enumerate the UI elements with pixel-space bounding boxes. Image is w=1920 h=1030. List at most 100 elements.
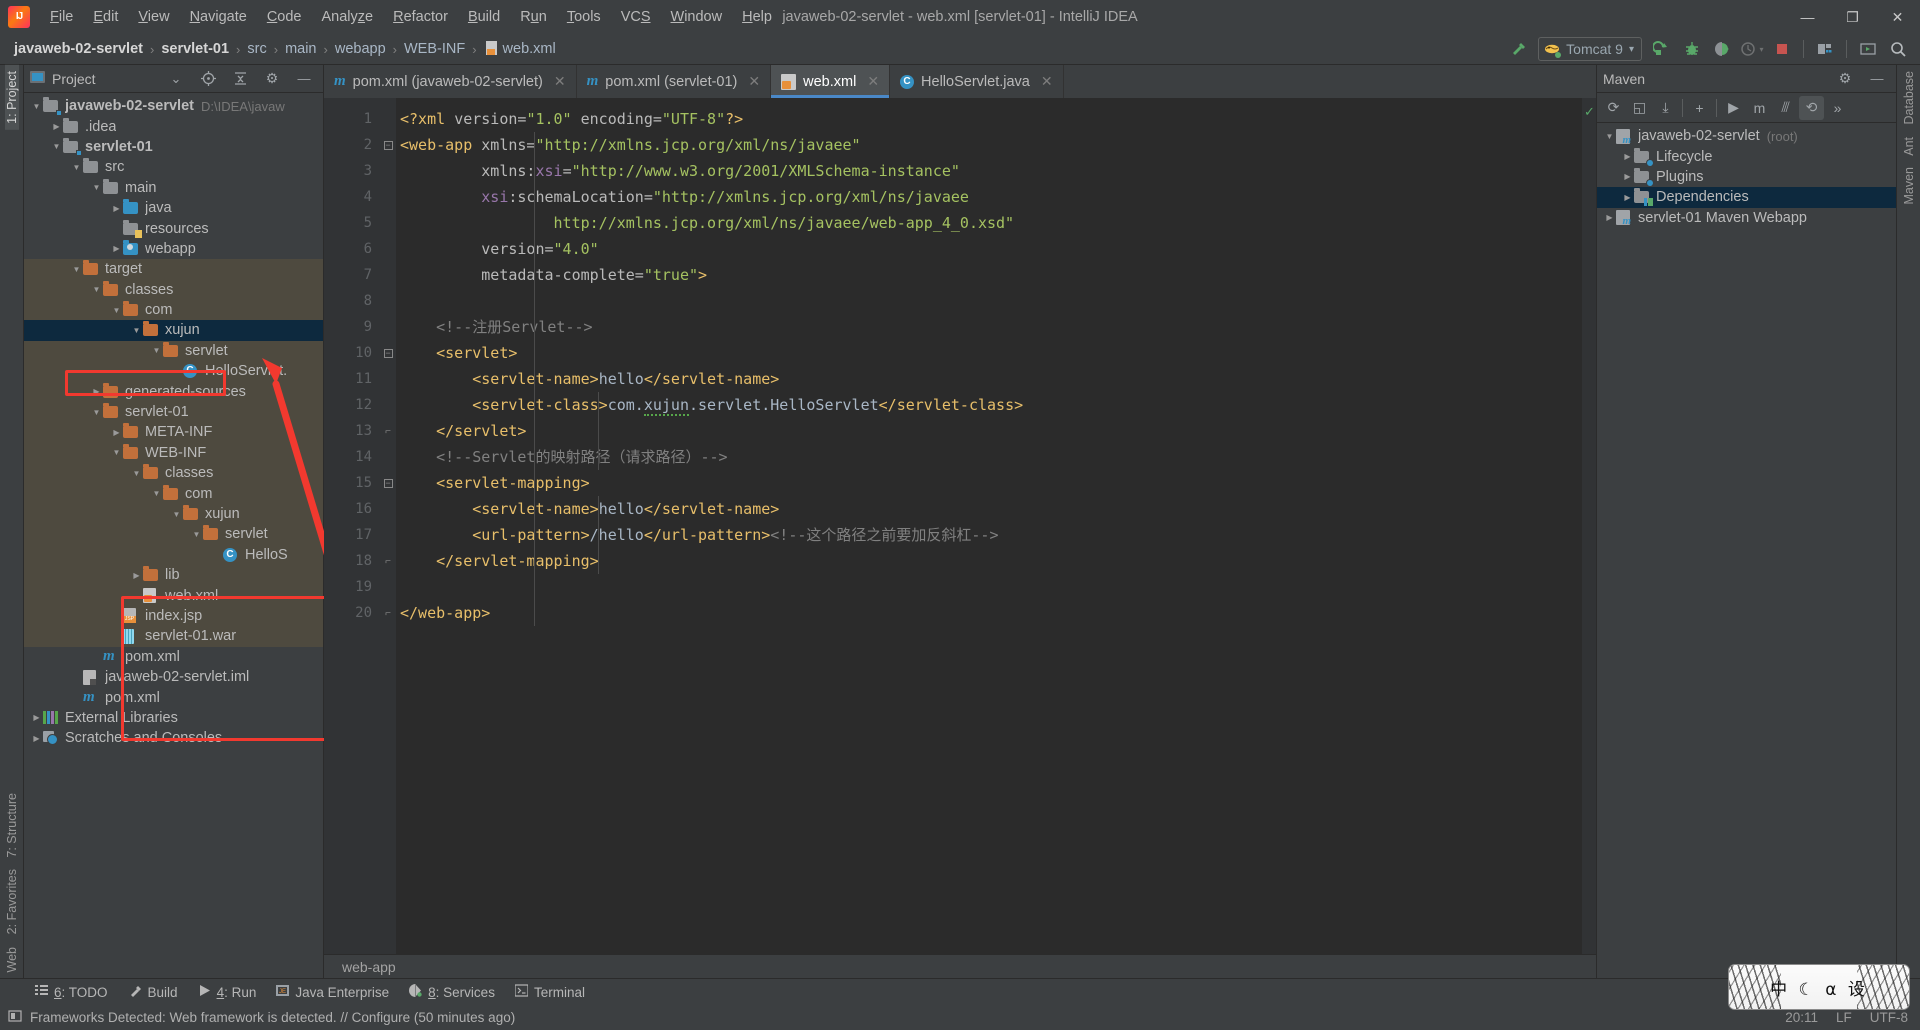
- menu-item-analyze[interactable]: Analyze: [312, 5, 384, 29]
- chevron-right-icon[interactable]: ▶: [30, 713, 43, 722]
- close-button[interactable]: ✕: [1875, 0, 1920, 34]
- tree-node-helloservlet-[interactable]: C HelloServlet.: [24, 361, 323, 382]
- status-time[interactable]: 20:11: [1785, 1010, 1818, 1025]
- tool-window-button-6-todo[interactable]: 6: TODO: [26, 981, 117, 1003]
- scroll-from-source-icon[interactable]: [195, 68, 221, 90]
- tree-node-webapp[interactable]: ▶ webapp: [24, 239, 323, 259]
- download-sources-button[interactable]: ⤓: [1653, 96, 1678, 120]
- inspection-status-icon[interactable]: ✓: [1584, 104, 1595, 120]
- tree-node-pom-xml[interactable]: m pom.xml: [24, 687, 323, 707]
- chevron-right-icon[interactable]: ▶: [1621, 152, 1634, 161]
- build-project-button[interactable]: [1504, 36, 1532, 62]
- tool-window-button-maven[interactable]: Maven: [1902, 161, 1916, 211]
- tool-window-button-database[interactable]: Database: [1902, 65, 1916, 131]
- tree-node-external-libraries[interactable]: ▶ External Libraries: [24, 708, 323, 728]
- chevron-right-icon[interactable]: ▶: [130, 571, 143, 580]
- tree-node-servlet-01[interactable]: ▼ servlet-01: [24, 137, 323, 157]
- fold-marker-slot[interactable]: −: [380, 132, 396, 158]
- run-configuration-selector[interactable]: Tomcat 9 ▾: [1538, 37, 1642, 61]
- debug-button[interactable]: [1678, 36, 1706, 62]
- close-tab-icon[interactable]: ✕: [554, 73, 566, 90]
- tree-node--idea[interactable]: ▶ .idea: [24, 116, 323, 136]
- menu-item-tools[interactable]: Tools: [557, 5, 611, 29]
- project-structure-button[interactable]: [1811, 36, 1839, 62]
- breadcrumb-item-javaweb-02-servlet[interactable]: javaweb-02-servlet: [10, 39, 147, 59]
- tree-node-classes[interactable]: ▼ classes: [24, 279, 323, 300]
- chevron-down-icon[interactable]: ▾: [1629, 44, 1634, 55]
- maven-node-servlet-01-maven-webapp[interactable]: ▶ servlet-01 Maven Webapp: [1597, 208, 1896, 228]
- stop-button[interactable]: [1768, 36, 1796, 62]
- tree-node-servlet-01-war[interactable]: servlet-01.war: [24, 626, 323, 647]
- menu-item-navigate[interactable]: Navigate: [180, 5, 257, 29]
- chevron-right-icon[interactable]: ▶: [1621, 193, 1634, 202]
- editor-tab-helloservlet-java[interactable]: C HelloServlet.java ✕: [890, 65, 1064, 98]
- tree-node-target[interactable]: ▼ target: [24, 259, 323, 280]
- fold-marker-slot[interactable]: [380, 288, 396, 314]
- chevron-down-icon[interactable]: ▼: [30, 102, 43, 111]
- tool-window-button-build[interactable]: Build: [119, 981, 187, 1004]
- tree-node-com[interactable]: ▼ com: [24, 483, 323, 504]
- fold-marker-slot[interactable]: [380, 444, 396, 470]
- hide-project-panel-icon[interactable]: —: [291, 68, 317, 90]
- menu-item-build[interactable]: Build: [458, 5, 510, 29]
- fold-collapse-icon[interactable]: −: [383, 478, 393, 488]
- tree-node-lib[interactable]: ▶ lib: [24, 564, 323, 586]
- menu-item-code[interactable]: Code: [257, 5, 312, 29]
- menu-item-view[interactable]: View: [128, 5, 179, 29]
- toggle-offline-button[interactable]: ⟲: [1799, 95, 1824, 120]
- profile-button[interactable]: ▾: [1738, 36, 1766, 62]
- run-with-coverage-button[interactable]: [1708, 36, 1736, 62]
- breadcrumb-item-src[interactable]: src: [243, 39, 270, 59]
- fold-collapse-icon[interactable]: −: [383, 348, 393, 358]
- project-tree[interactable]: ▼ javaweb-02-servlet D:\IDEA\javaw ▶ .idea ▼ s…: [24, 93, 323, 978]
- chevron-down-icon[interactable]: ▼: [90, 285, 103, 294]
- chevron-down-icon[interactable]: ▼: [1603, 132, 1616, 141]
- fold-marker-slot[interactable]: ⌐: [380, 418, 396, 444]
- maven-node-javaweb-02-servlet[interactable]: ▼ javaweb-02-servlet (root): [1597, 126, 1896, 146]
- status-line-separator[interactable]: LF: [1836, 1010, 1852, 1025]
- reimport-button[interactable]: ⟳: [1601, 96, 1626, 120]
- tool-window-button-ant[interactable]: Ant: [1902, 131, 1916, 162]
- fold-marker-slot[interactable]: [380, 574, 396, 600]
- fold-marker-slot[interactable]: ⌐: [380, 548, 396, 574]
- tree-node-javaweb-02-servlet[interactable]: ▼ javaweb-02-servlet D:\IDEA\javaw: [24, 96, 323, 116]
- chevron-right-icon[interactable]: ▶: [30, 734, 43, 743]
- chevron-down-icon[interactable]: ▼: [110, 448, 123, 457]
- chevron-down-icon[interactable]: ▼: [50, 142, 63, 151]
- tree-node-meta-inf[interactable]: ▶ META-INF: [24, 422, 323, 443]
- fold-marker-slot[interactable]: [380, 392, 396, 418]
- fold-marker-slot[interactable]: [380, 366, 396, 392]
- execute-maven-goal-button[interactable]: m: [1747, 96, 1772, 120]
- menu-item-vcs[interactable]: VCS: [611, 5, 661, 29]
- maven-node-plugins[interactable]: ▶ Plugins: [1597, 167, 1896, 188]
- breadcrumb-item-main[interactable]: main: [281, 39, 320, 59]
- chevron-right-icon[interactable]: ▶: [1621, 172, 1634, 181]
- project-settings-icon[interactable]: ⚙: [259, 68, 285, 90]
- fold-marker-slot[interactable]: [380, 210, 396, 236]
- chevron-down-icon[interactable]: ▼: [70, 265, 83, 274]
- search-everywhere-button[interactable]: [1884, 36, 1912, 62]
- chevron-down-icon[interactable]: ▾: [1759, 45, 1763, 54]
- tree-node-classes[interactable]: ▼ classes: [24, 463, 323, 484]
- chevron-down-icon[interactable]: ▼: [110, 306, 123, 315]
- chevron-down-icon[interactable]: ▼: [90, 408, 103, 417]
- tree-node-resources[interactable]: resources: [24, 218, 323, 239]
- fold-collapse-icon[interactable]: −: [383, 140, 393, 150]
- fold-marker-slot[interactable]: [380, 106, 396, 132]
- maven-settings-icon[interactable]: ⚙: [1832, 68, 1858, 90]
- fold-marker-slot[interactable]: [380, 314, 396, 340]
- chevron-right-icon[interactable]: ▶: [1603, 213, 1616, 222]
- tool-window-button-4-run[interactable]: 4: Run: [189, 981, 266, 1003]
- tree-node-javaweb-02-servlet-iml[interactable]: javaweb-02-servlet.iml: [24, 667, 323, 687]
- chevron-down-icon[interactable]: ▼: [70, 163, 83, 172]
- tree-node-hellos[interactable]: C HelloS: [24, 544, 323, 565]
- run-build-button[interactable]: ▶: [1721, 96, 1746, 120]
- status-encoding[interactable]: UTF-8: [1870, 1010, 1908, 1025]
- chevron-down-icon[interactable]: ▼: [150, 489, 163, 498]
- chevron-down-icon[interactable]: ▼: [90, 183, 103, 192]
- tree-node-xujun[interactable]: ▼ xujun: [24, 320, 323, 341]
- editor-tab-pom-xml-javaweb-02-servlet-[interactable]: m pom.xml (javaweb-02-servlet) ✕: [324, 65, 577, 98]
- chevron-down-icon[interactable]: ▼: [130, 326, 143, 335]
- fold-marker-slot[interactable]: [380, 262, 396, 288]
- fold-marker-slot[interactable]: [380, 236, 396, 262]
